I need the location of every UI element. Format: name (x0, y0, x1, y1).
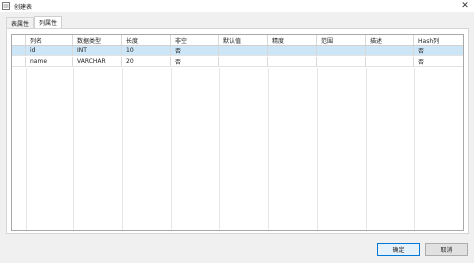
column-grid: 列名 数据类型 长度 非空 默认值 精度 范围 描述 Hash列 id INT … (11, 34, 464, 231)
grid-line (219, 68, 220, 230)
cell-hash[interactable]: 否 (414, 46, 463, 56)
cell-default[interactable] (219, 46, 268, 56)
column-header-datatype[interactable]: 数据类型 (73, 35, 122, 45)
column-header-default[interactable]: 默认值 (219, 35, 268, 45)
table-row[interactable]: name VARCHAR 20 否 否 (12, 57, 463, 67)
cell-precision[interactable] (268, 46, 317, 56)
cell-scale[interactable] (317, 46, 366, 56)
column-header-notnull[interactable]: 非空 (171, 35, 219, 45)
column-header-description[interactable]: 描述 (366, 35, 414, 45)
close-button[interactable]: ✕ (460, 1, 470, 11)
cell-notnull[interactable]: 否 (171, 57, 219, 67)
grid-line (366, 68, 367, 230)
cell-scale[interactable] (317, 57, 366, 67)
column-header-precision[interactable]: 精度 (268, 35, 317, 45)
cell-datatype[interactable]: INT (73, 46, 122, 56)
grid-line (122, 68, 123, 230)
grid-line (317, 68, 318, 230)
grid-line (171, 68, 172, 230)
cell-name[interactable]: name (26, 57, 73, 67)
tab-strip: 表属性 列属性 (6, 16, 63, 28)
close-icon: ✕ (461, 0, 469, 11)
window-title: 创建表 (14, 3, 33, 11)
cancel-button[interactable]: 取消 (425, 243, 468, 256)
tab-column-properties[interactable]: 列属性 (34, 16, 63, 28)
cell-name[interactable]: id (26, 46, 73, 56)
cell-notnull[interactable]: 否 (171, 46, 219, 56)
column-header-hash[interactable]: Hash列 (414, 35, 463, 45)
grid-header: 列名 数据类型 长度 非空 默认值 精度 范围 描述 Hash列 (12, 35, 463, 46)
ok-button[interactable]: 确定 (377, 243, 420, 256)
app-icon (2, 2, 10, 10)
cell-precision[interactable] (268, 57, 317, 67)
grid-line (268, 68, 269, 230)
grid-line (414, 68, 415, 230)
cell-description[interactable] (366, 46, 414, 56)
grid-line (73, 68, 74, 230)
column-header-length[interactable]: 长度 (122, 35, 171, 45)
cell-datatype[interactable]: VARCHAR (73, 57, 122, 67)
tab-panel: 列名 数据类型 长度 非空 默认值 精度 范围 描述 Hash列 id INT … (6, 28, 469, 234)
cell-description[interactable] (366, 57, 414, 67)
grid-line (26, 68, 27, 230)
table-row[interactable]: id INT 10 否 否 (12, 46, 463, 56)
column-header-scale[interactable]: 范围 (317, 35, 366, 45)
cell-default[interactable] (219, 57, 268, 67)
row-header-corner (12, 35, 26, 45)
row-marker[interactable] (12, 46, 26, 56)
title-bar: 创建表 ✕ (0, 0, 474, 12)
cell-length[interactable]: 10 (122, 46, 171, 56)
cell-hash[interactable]: 否 (414, 57, 463, 67)
cell-length[interactable]: 20 (122, 57, 171, 67)
tab-table-properties[interactable]: 表属性 (6, 17, 35, 28)
row-marker[interactable] (12, 57, 26, 67)
column-header-name[interactable]: 列名 (26, 35, 73, 45)
